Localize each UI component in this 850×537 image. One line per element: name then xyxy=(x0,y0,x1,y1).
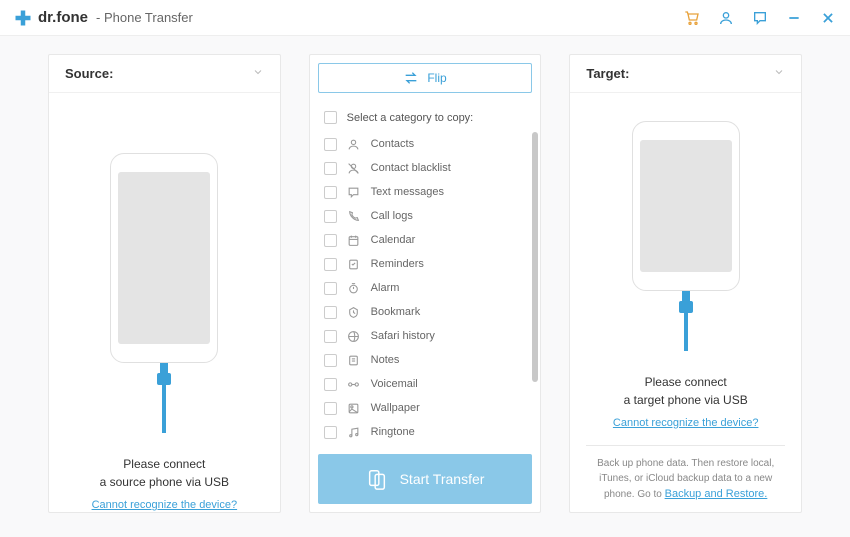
backup-restore-link[interactable]: Backup and Restore. xyxy=(665,488,768,500)
scrollbar[interactable] xyxy=(532,132,538,402)
source-connect-message: Please connect a source phone via USB xyxy=(100,455,229,491)
phone-screen xyxy=(640,140,732,272)
category-label: Contact blacklist xyxy=(371,162,451,174)
target-connect-message: Please connect a target phone via USB xyxy=(624,373,748,409)
source-phone-placeholder: Please connect a source phone via USB Ca… xyxy=(49,93,280,512)
source-dropdown[interactable]: Source: xyxy=(49,55,280,93)
flip-label: Flip xyxy=(427,71,446,85)
chevron-down-icon xyxy=(773,65,785,83)
category-icon xyxy=(347,281,361,295)
source-recognize-link[interactable]: Cannot recognize the device? xyxy=(92,499,238,511)
category-row[interactable]: Voicemail xyxy=(324,372,537,396)
category-checkbox[interactable] xyxy=(324,210,337,223)
start-transfer-label: Start Transfer xyxy=(400,471,485,487)
select-all-row[interactable]: Select a category to copy: xyxy=(310,101,541,130)
flip-icon xyxy=(403,71,419,85)
category-row[interactable]: Reminders xyxy=(324,252,537,276)
app-subtitle: - Phone Transfer xyxy=(96,10,193,25)
category-label: Bookmark xyxy=(371,306,421,318)
category-row[interactable]: Alarm xyxy=(324,276,537,300)
category-row[interactable]: Voice Memos xyxy=(324,444,537,446)
target-dropdown[interactable]: Target: xyxy=(570,55,801,93)
category-checkbox[interactable] xyxy=(324,138,337,151)
category-row[interactable]: Call logs xyxy=(324,204,537,228)
category-icon xyxy=(347,401,361,415)
cart-icon[interactable] xyxy=(684,10,700,26)
category-label: Reminders xyxy=(371,258,424,270)
category-row[interactable]: Text messages xyxy=(324,180,537,204)
logo-icon xyxy=(14,9,32,27)
category-label: Notes xyxy=(371,354,400,366)
select-all-checkbox[interactable] xyxy=(324,111,337,124)
source-panel: Source: Please connect a source phone vi… xyxy=(48,54,281,513)
target-recognize-link[interactable]: Cannot recognize the device? xyxy=(613,417,759,429)
category-checkbox[interactable] xyxy=(324,306,337,319)
select-all-label: Select a category to copy: xyxy=(347,112,474,124)
category-label: Safari history xyxy=(371,330,435,342)
target-panel: Target: Please connect a target phone vi… xyxy=(569,54,802,513)
category-checkbox[interactable] xyxy=(324,282,337,295)
category-icon xyxy=(347,137,361,151)
transfer-icon xyxy=(366,468,388,490)
category-icon xyxy=(347,305,361,319)
phone-outline xyxy=(632,121,740,291)
category-label: Contacts xyxy=(371,138,414,150)
category-row[interactable]: Ringtone xyxy=(324,420,537,444)
category-label: Alarm xyxy=(371,282,400,294)
category-icon xyxy=(347,377,361,391)
category-row[interactable]: Bookmark xyxy=(324,300,537,324)
category-checkbox[interactable] xyxy=(324,186,337,199)
scrollbar-thumb[interactable] xyxy=(532,132,538,382)
category-row[interactable]: Contact blacklist xyxy=(324,156,537,180)
category-icon xyxy=(347,185,361,199)
titlebar: dr.fone - Phone Transfer xyxy=(0,0,850,36)
backup-note: Back up phone data. Then restore local, … xyxy=(570,446,801,503)
category-row[interactable]: Contacts xyxy=(324,132,537,156)
category-row[interactable]: Wallpaper xyxy=(324,396,537,420)
category-row[interactable]: Safari history xyxy=(324,324,537,348)
phone-outline xyxy=(110,153,218,363)
category-icon xyxy=(347,209,361,223)
category-checkbox[interactable] xyxy=(324,402,337,415)
category-row[interactable]: Notes xyxy=(324,348,537,372)
category-icon xyxy=(347,329,361,343)
minimize-icon[interactable] xyxy=(786,10,802,26)
feedback-icon[interactable] xyxy=(752,10,768,26)
chevron-down-icon xyxy=(252,65,264,83)
category-icon xyxy=(347,161,361,175)
category-checkbox[interactable] xyxy=(324,234,337,247)
category-label: Calendar xyxy=(371,234,416,246)
close-icon[interactable] xyxy=(820,10,836,26)
category-checkbox[interactable] xyxy=(324,330,337,343)
category-checkbox[interactable] xyxy=(324,378,337,391)
category-checkbox[interactable] xyxy=(324,162,337,175)
category-label: Text messages xyxy=(371,186,444,198)
source-header-label: Source: xyxy=(65,66,113,81)
phone-screen xyxy=(118,172,210,344)
category-label: Voicemail xyxy=(371,378,418,390)
category-label: Call logs xyxy=(371,210,413,222)
category-icon xyxy=(347,353,361,367)
category-checkbox[interactable] xyxy=(324,354,337,367)
app-logo: dr.fone xyxy=(14,9,88,27)
usb-connector-icon xyxy=(154,363,174,433)
category-icon xyxy=(347,257,361,271)
category-label: Wallpaper xyxy=(371,402,420,414)
category-panel: Flip Select a category to copy: Contacts… xyxy=(309,54,542,513)
category-icon xyxy=(347,233,361,247)
usb-connector-icon xyxy=(676,291,696,351)
brand-text: dr.fone xyxy=(38,9,88,26)
target-phone-placeholder: Please connect a target phone via USB Ca… xyxy=(570,93,801,512)
main-area: Source: Please connect a source phone vi… xyxy=(0,36,850,537)
start-transfer-button[interactable]: Start Transfer xyxy=(318,454,533,504)
category-row[interactable]: Calendar xyxy=(324,228,537,252)
category-label: Ringtone xyxy=(371,426,415,438)
category-checkbox[interactable] xyxy=(324,426,337,439)
category-icon xyxy=(347,425,361,439)
category-list: Contacts Contact blacklist Text messages Ca… xyxy=(310,130,541,446)
category-checkbox[interactable] xyxy=(324,258,337,271)
target-header-label: Target: xyxy=(586,66,629,81)
user-icon[interactable] xyxy=(718,10,734,26)
flip-button[interactable]: Flip xyxy=(318,63,533,93)
